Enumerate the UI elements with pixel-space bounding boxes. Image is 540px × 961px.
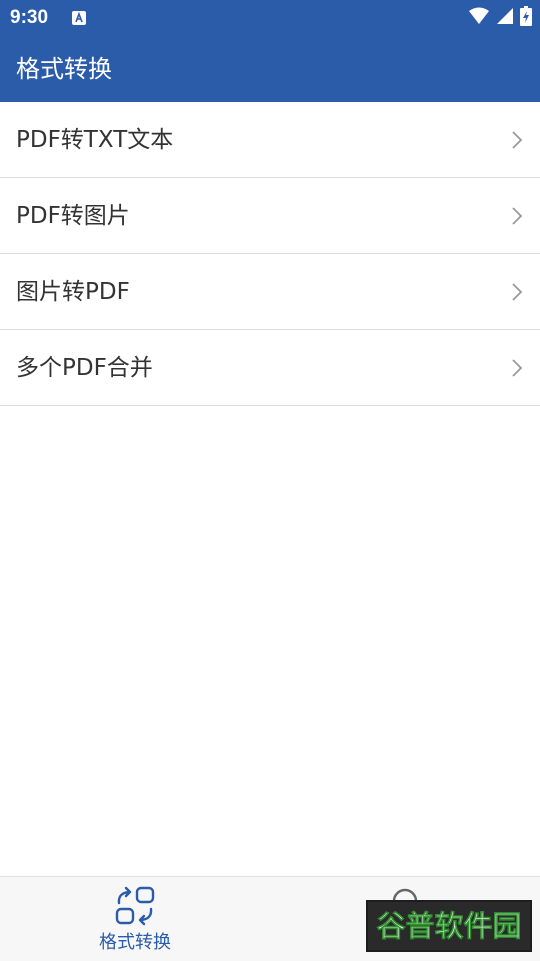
status-bar: 9:30 xyxy=(0,0,540,36)
chevron-right-icon xyxy=(512,359,523,377)
status-time: 9:30 xyxy=(10,7,49,28)
app-bar: 格式转换 xyxy=(0,36,540,102)
wifi-icon xyxy=(468,7,490,29)
menu-item-merge-pdf[interactable]: 多个PDF合并 xyxy=(0,330,540,406)
convert-icon xyxy=(115,886,155,926)
menu-item-pdf-to-txt[interactable]: PDF转TXT文本 xyxy=(0,102,540,178)
chevron-right-icon xyxy=(512,131,523,149)
signal-icon xyxy=(496,7,514,29)
menu-item-image-to-pdf[interactable]: 图片转PDF xyxy=(0,254,540,330)
battery-icon xyxy=(520,6,532,30)
chevron-right-icon xyxy=(512,207,523,225)
menu-item-label: PDF转TXT文本 xyxy=(16,127,174,153)
chevron-right-icon xyxy=(512,283,523,301)
menu-item-pdf-to-image[interactable]: PDF转图片 xyxy=(0,178,540,254)
watermark-text: 谷普软件园 xyxy=(376,909,521,943)
menu-item-label: 多个PDF合并 xyxy=(16,355,153,381)
tab-label: 格式转换 xyxy=(99,932,171,953)
page-title: 格式转换 xyxy=(16,55,112,83)
watermark-logo: 谷普软件园 xyxy=(368,902,530,950)
menu-item-label: 图片转PDF xyxy=(16,279,130,305)
status-icons xyxy=(468,6,532,30)
tab-format-convert[interactable]: 格式转换 xyxy=(0,877,270,961)
menu-item-label: PDF转图片 xyxy=(16,203,130,229)
conversion-menu: PDF转TXT文本 PDF转图片 图片转PDF 多个PDF合并 xyxy=(0,102,540,406)
accessibility-a-icon xyxy=(72,11,86,25)
